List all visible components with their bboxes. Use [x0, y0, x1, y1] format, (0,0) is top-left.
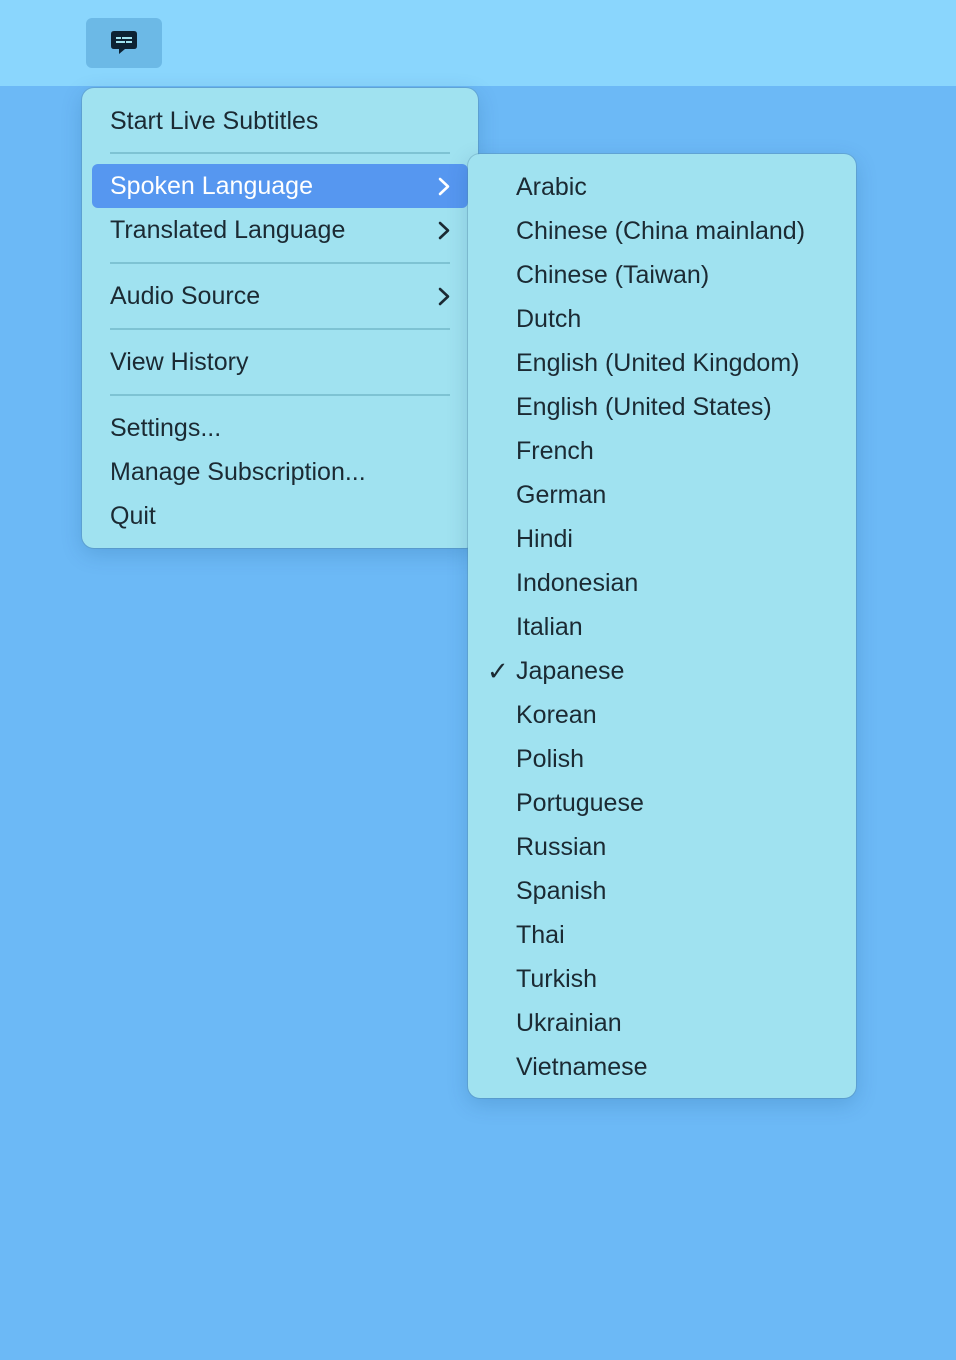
language-label: English (United Kingdom) — [516, 349, 800, 377]
language-item[interactable]: Arabic — [478, 165, 846, 209]
language-label: Vietnamese — [516, 1053, 648, 1081]
language-label: Portuguese — [516, 789, 644, 817]
start-live-subtitles-label: Start Live Subtitles — [110, 107, 319, 135]
language-label: Italian — [516, 613, 583, 641]
manage-subscription-label: Manage Subscription... — [110, 458, 366, 486]
chevron-right-icon — [438, 221, 450, 240]
audio-source-item[interactable]: Audio Source — [92, 274, 468, 318]
quit-item[interactable]: Quit — [92, 494, 468, 538]
translated-language-item[interactable]: Translated Language — [92, 208, 468, 252]
language-item[interactable]: Korean — [478, 693, 846, 737]
language-label: Chinese (Taiwan) — [516, 261, 710, 289]
language-item[interactable]: Hindi — [478, 517, 846, 561]
language-item[interactable]: Italian — [478, 605, 846, 649]
language-item[interactable]: Chinese (China mainland) — [478, 209, 846, 253]
language-label: Turkish — [516, 965, 598, 993]
language-label: Polish — [516, 745, 585, 773]
menu-separator — [110, 262, 450, 264]
language-item[interactable]: Dutch — [478, 297, 846, 341]
language-label: French — [516, 437, 594, 465]
language-item[interactable]: Vietnamese — [478, 1045, 846, 1089]
manage-subscription-item[interactable]: Manage Subscription... — [92, 450, 468, 494]
captions-status-button[interactable] — [86, 18, 162, 68]
language-item[interactable]: Indonesian — [478, 561, 846, 605]
language-label: Ukrainian — [516, 1009, 622, 1037]
settings-item[interactable]: Settings... — [92, 406, 468, 450]
language-label: Thai — [516, 921, 565, 949]
language-label: Hindi — [516, 525, 573, 553]
translated-language-label: Translated Language — [110, 216, 346, 244]
language-item[interactable]: English (United Kingdom) — [478, 341, 846, 385]
settings-label: Settings... — [110, 414, 222, 442]
language-item[interactable]: Polish — [478, 737, 846, 781]
language-item[interactable]: Thai — [478, 913, 846, 957]
language-label: Arabic — [516, 173, 587, 201]
language-item[interactable]: German — [478, 473, 846, 517]
language-label: Chinese (China mainland) — [516, 217, 806, 245]
spoken-language-item[interactable]: Spoken Language — [92, 164, 468, 208]
language-label: Japanese — [516, 657, 625, 685]
captions-bubble-icon — [111, 31, 137, 54]
language-label: Indonesian — [516, 569, 639, 597]
language-label: Dutch — [516, 305, 582, 333]
chevron-right-icon — [438, 177, 450, 196]
language-item[interactable]: Spanish — [478, 869, 846, 913]
language-item[interactable]: Russian — [478, 825, 846, 869]
checkmark-icon: ✓ — [487, 656, 509, 686]
language-item[interactable]: French — [478, 429, 846, 473]
language-item[interactable]: Portuguese — [478, 781, 846, 825]
menu-separator — [110, 394, 450, 396]
menu-separator — [110, 328, 450, 330]
language-label: Korean — [516, 701, 597, 729]
view-history-item[interactable]: View History — [92, 340, 468, 384]
language-item[interactable]: English (United States) — [478, 385, 846, 429]
language-label: Russian — [516, 833, 607, 861]
language-item[interactable]: ✓ Japanese — [478, 649, 846, 693]
language-item[interactable]: Chinese (Taiwan) — [478, 253, 846, 297]
chevron-right-icon — [438, 287, 450, 306]
language-label: Spanish — [516, 877, 607, 905]
start-live-subtitles-item[interactable]: Start Live Subtitles — [92, 99, 468, 143]
language-item[interactable]: Ukrainian — [478, 1001, 846, 1045]
spoken-language-submenu: Arabic Chinese (China mainland) Chinese (T… — [468, 154, 856, 1098]
quit-label: Quit — [110, 502, 156, 530]
menu-separator — [110, 152, 450, 154]
spoken-language-label: Spoken Language — [110, 172, 313, 200]
audio-source-label: Audio Source — [110, 282, 261, 310]
view-history-label: View History — [110, 348, 249, 376]
app-menu: Start Live Subtitles Spoken Language Tra… — [82, 88, 478, 548]
language-label: German — [516, 481, 607, 509]
language-label: English (United States) — [516, 393, 772, 421]
menu-bar — [0, 0, 956, 86]
language-item[interactable]: Turkish — [478, 957, 846, 1001]
